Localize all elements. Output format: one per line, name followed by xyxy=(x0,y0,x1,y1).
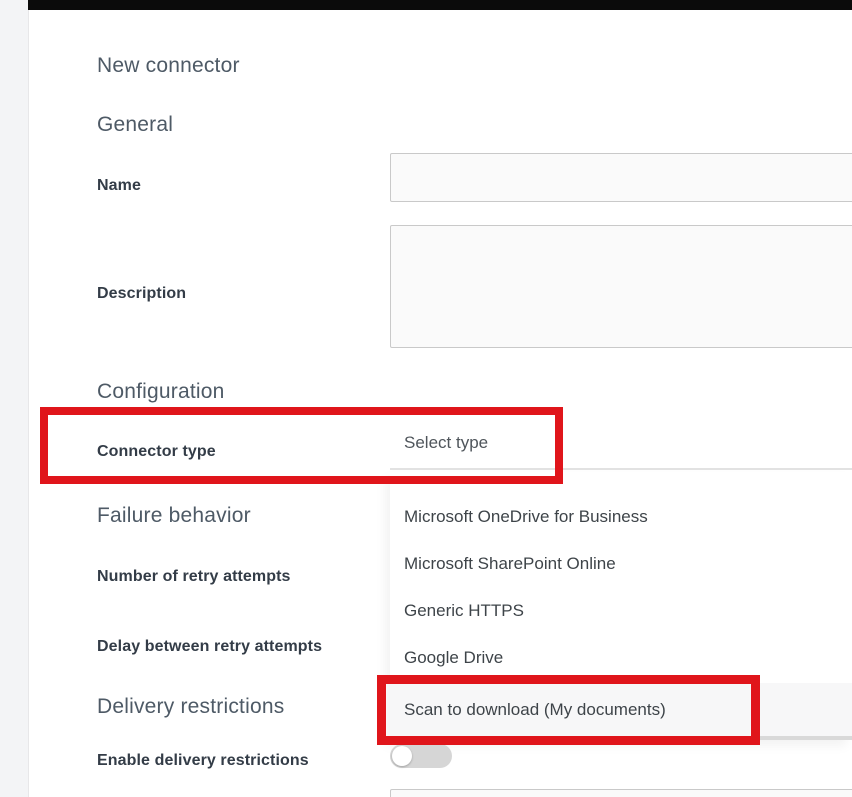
dropdown-option-generic-https[interactable]: Generic HTTPS xyxy=(390,587,852,634)
connector-type-dropdown-menu: Microsoft OneDrive for Business Microsof… xyxy=(390,472,852,740)
delivery-restriction-field[interactable] xyxy=(390,789,852,797)
dropdown-option-onedrive[interactable]: Microsoft OneDrive for Business xyxy=(390,493,852,540)
description-label: Description xyxy=(97,285,186,303)
name-input[interactable] xyxy=(390,153,852,202)
retry-delay-label: Delay between retry attempts xyxy=(97,638,322,656)
section-heading-delivery-restrictions: Delivery restrictions xyxy=(97,695,284,719)
description-textarea[interactable] xyxy=(390,225,852,348)
section-heading-failure-behavior: Failure behavior xyxy=(97,504,251,528)
screenshot-stage: New connector General Name Description C… xyxy=(0,0,852,797)
toggle-knob xyxy=(392,746,412,766)
retry-attempts-label: Number of retry attempts xyxy=(97,568,291,586)
section-heading-general: General xyxy=(97,113,173,137)
connector-type-placeholder: Select type xyxy=(404,433,488,453)
enable-delivery-restrictions-label: Enable delivery restrictions xyxy=(97,752,309,770)
page-title: New connector xyxy=(97,54,240,78)
name-label: Name xyxy=(97,177,141,195)
connector-type-label: Connector type xyxy=(97,443,216,461)
dropdown-option-sharepoint[interactable]: Microsoft SharePoint Online xyxy=(390,540,852,587)
connector-type-select[interactable]: Select type xyxy=(390,417,852,470)
section-heading-configuration: Configuration xyxy=(97,380,225,404)
dropdown-option-scan-to-download[interactable]: Scan to download (My documents) xyxy=(390,683,852,736)
dropdown-option-google-drive[interactable]: Google Drive xyxy=(390,634,852,681)
enable-delivery-restrictions-toggle[interactable] xyxy=(390,744,452,768)
top-black-bar xyxy=(28,0,852,10)
